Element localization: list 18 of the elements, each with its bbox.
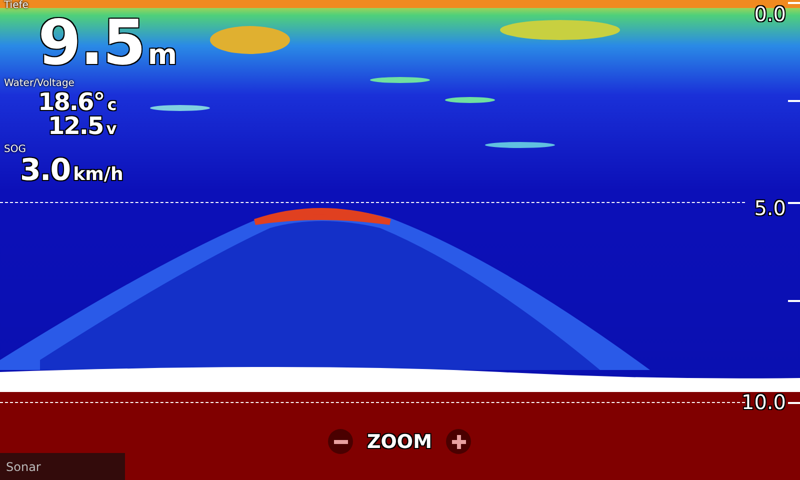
readout-value: 12.5: [48, 114, 104, 138]
readout-label: SOG: [4, 144, 27, 156]
depth-scale-label: 10.0: [741, 392, 786, 412]
depth-scale-label: 0.0: [754, 4, 786, 24]
depth-scale-label: 5.0: [754, 198, 786, 218]
zoom-label: ZOOM: [367, 430, 432, 452]
minus-icon: [334, 440, 348, 444]
readout-value: 9.5: [38, 12, 145, 74]
readout-unit: v: [106, 121, 117, 137]
readout-value: 3.0: [20, 156, 70, 186]
readout-unit: km/h: [73, 166, 124, 184]
footer-title: Sonar: [6, 460, 41, 474]
readout-unit: m: [148, 41, 178, 69]
readout-unit: c: [107, 97, 117, 113]
readout-value: 18.6°: [38, 90, 104, 114]
readout-label: Tiefe: [4, 0, 30, 12]
readout-label: Water/Voltage: [4, 78, 76, 90]
plus-icon: [452, 434, 466, 448]
